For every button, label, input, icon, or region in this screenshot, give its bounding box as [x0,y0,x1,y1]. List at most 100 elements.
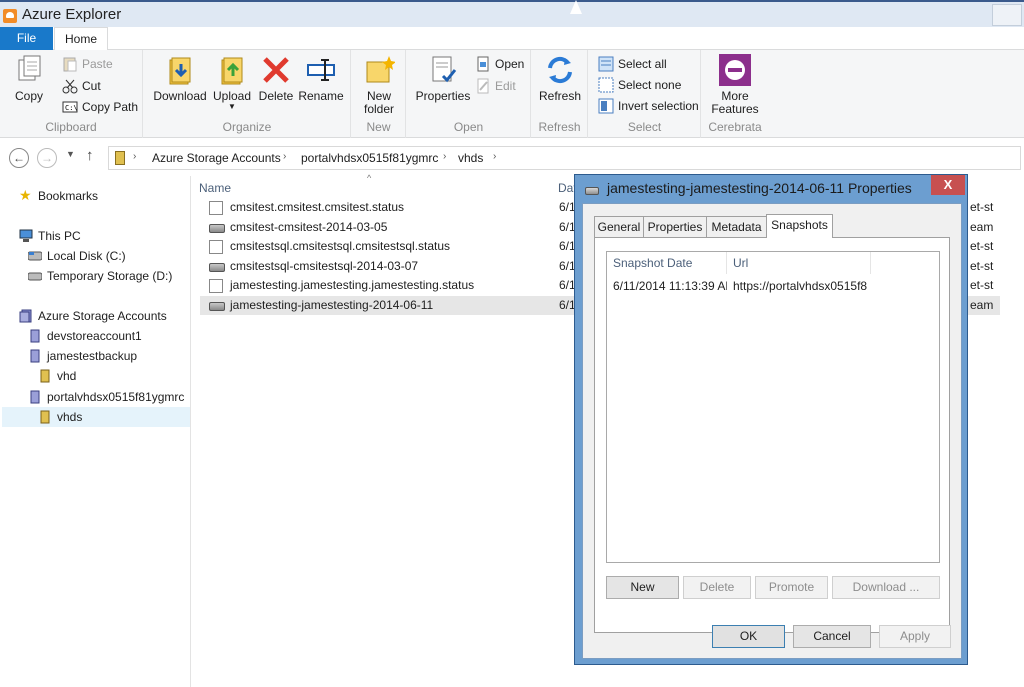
clipboard-group-label: Clipboard [45,120,97,134]
cut-button[interactable]: Cut [62,76,101,96]
computer-icon [19,229,33,243]
cancel-button[interactable]: Cancel [793,625,871,648]
copy-path-button[interactable]: C:\ Copy Path [62,97,138,117]
nav-label: Bookmarks [38,189,99,203]
select-all-icon [598,56,614,72]
tab-file[interactable]: File [0,27,53,50]
file-extra-column: eam [970,219,994,234]
nav-item-azure-storage-accounts[interactable]: Azure Storage Accounts [19,306,167,326]
more-features-button[interactable]: More Features [708,54,762,116]
window-control-button[interactable] [992,4,1022,26]
file-name: cmsitestsql-cmsitestsql-2014-03-07 [230,258,419,273]
nav-label: portalvhdsx0515f81ygmrc [47,390,185,404]
up-arrow-icon: ↑ [86,147,94,164]
recent-locations-dropdown-icon[interactable]: ▼ [66,149,75,159]
snapshot-date-cell[interactable]: 6/11/2014 11:13:39 AM [607,277,727,295]
properties-button[interactable]: Properties [413,54,473,103]
tab-metadata[interactable]: Metadata [706,216,767,237]
invert-selection-icon [598,98,614,114]
nav-label: This PC [38,229,81,243]
invert-selection-label: Invert selection [618,99,699,113]
up-button[interactable]: ↑ [86,147,94,164]
forward-button[interactable]: → [37,148,57,168]
copy-label: Copy [14,89,43,103]
open-button[interactable]: Open [475,54,524,74]
storage-account-icon [28,329,42,343]
delete-snapshot-button[interactable]: Delete [683,576,751,599]
copy-button[interactable]: Copy [8,54,50,103]
invert-selection-button[interactable]: Invert selection [598,96,699,116]
breadcrumb-separator-icon: › [283,151,287,162]
grid-header-url[interactable]: Url [727,252,871,274]
new-snapshot-button[interactable]: New [606,576,679,599]
apply-button[interactable]: Apply [879,625,951,648]
tab-properties[interactable]: Properties [643,216,707,237]
nav-item-devstoreaccount1[interactable]: devstoreaccount1 [30,326,142,346]
breadcrumb-portal-account[interactable]: portalvhdsx0515f81ygmrc [301,151,438,165]
star-icon: ★ [19,187,32,203]
nav-label: Local Disk (C:) [47,249,126,263]
close-icon[interactable]: X [931,175,965,195]
download-button[interactable]: Download [152,54,208,103]
properties-label: Properties [415,89,471,103]
nav-label: jamestestbackup [47,349,138,363]
nav-item-temporary-storage[interactable]: Temporary Storage (D:) [27,266,172,286]
edit-button[interactable]: Edit [475,76,516,96]
nav-item-local-disk[interactable]: Local Disk (C:) [27,246,126,266]
breadcrumb-azure-storage-accounts[interactable]: Azure Storage Accounts [152,151,281,165]
select-none-button[interactable]: Select none [598,75,681,95]
tab-general[interactable]: General [594,216,644,237]
select-group: Select all Select none Invert selection … [589,50,701,138]
tab-snapshots[interactable]: Snapshots [766,214,833,238]
download-folder-icon [164,54,196,86]
column-header-name[interactable]: Name [199,181,231,195]
address-box[interactable]: › Azure Storage Accounts › portalvhdsx05… [108,146,1021,170]
open-label: Open [495,57,525,71]
dialog-title: jamestesting-jamestesting-2014-06-11 Pro… [607,180,912,196]
upload-folder-icon [216,54,248,86]
snapshot-url-cell[interactable]: https://portalvhdsx0515f8 [727,277,871,295]
paste-button[interactable]: Paste [62,54,113,74]
select-all-button[interactable]: Select all [598,54,667,74]
properties-icon [427,54,459,86]
cerebrata-group: More Features Cerebrata [702,50,768,138]
promote-snapshot-button[interactable]: Promote [755,576,828,599]
ribbon: Copy Paste Cut C:\ Copy Path Clipboard D… [0,50,1024,138]
document-icon [209,240,223,254]
breadcrumb-vhds[interactable]: vhds [458,151,483,165]
open-icon [475,56,491,72]
nav-item-vhd[interactable]: vhd [40,366,76,386]
file-extra-column: et-st [970,278,994,292]
storage-accounts-icon [19,309,33,323]
download-snapshot-button[interactable]: Download ... [832,576,940,599]
delete-button[interactable]: Delete [256,54,296,103]
ok-button[interactable]: OK [712,625,785,648]
container-icon [38,410,52,424]
nav-item-bookmarks[interactable]: ★ Bookmarks [19,186,99,206]
copy-path-label: Copy Path [82,100,139,114]
nav-label: Azure Storage Accounts [38,309,167,323]
upload-dropdown-arrow-icon[interactable]: ▼ [212,103,252,111]
nav-selection-highlight [2,407,190,427]
grid-header-snapshot-date[interactable]: Snapshot Date [607,252,727,274]
scissors-icon [62,78,78,94]
refresh-button[interactable]: Refresh [537,54,583,103]
sort-ascending-icon: ^ [367,173,372,183]
nav-item-portalvhdsx0515f81ygmrc[interactable]: portalvhdsx0515f81ygmrc [30,387,185,407]
dialog-body: General Properties Metadata Snapshots Sn… [582,203,962,659]
file-extra-column: et-st [970,239,994,253]
disk-blob-icon [209,262,225,272]
upload-button[interactable]: Upload ▼ [212,54,252,111]
refresh-icon [544,54,576,86]
back-button[interactable]: ← [9,148,29,168]
disk-blob-icon [209,223,225,233]
new-group: New folder New [352,50,406,138]
nav-item-jamestestbackup[interactable]: jamestestbackup [30,346,138,366]
back-arrow-icon: ← [13,151,25,165]
nav-item-vhds[interactable]: vhds [40,407,82,427]
file-name: jamestesting.jamestesting.jamestesting.s… [230,278,475,292]
new-folder-button[interactable]: New folder [356,54,402,116]
nav-item-this-pc[interactable]: This PC [19,226,81,246]
rename-button[interactable]: Rename [298,54,344,103]
tab-home[interactable]: Home [54,27,108,51]
